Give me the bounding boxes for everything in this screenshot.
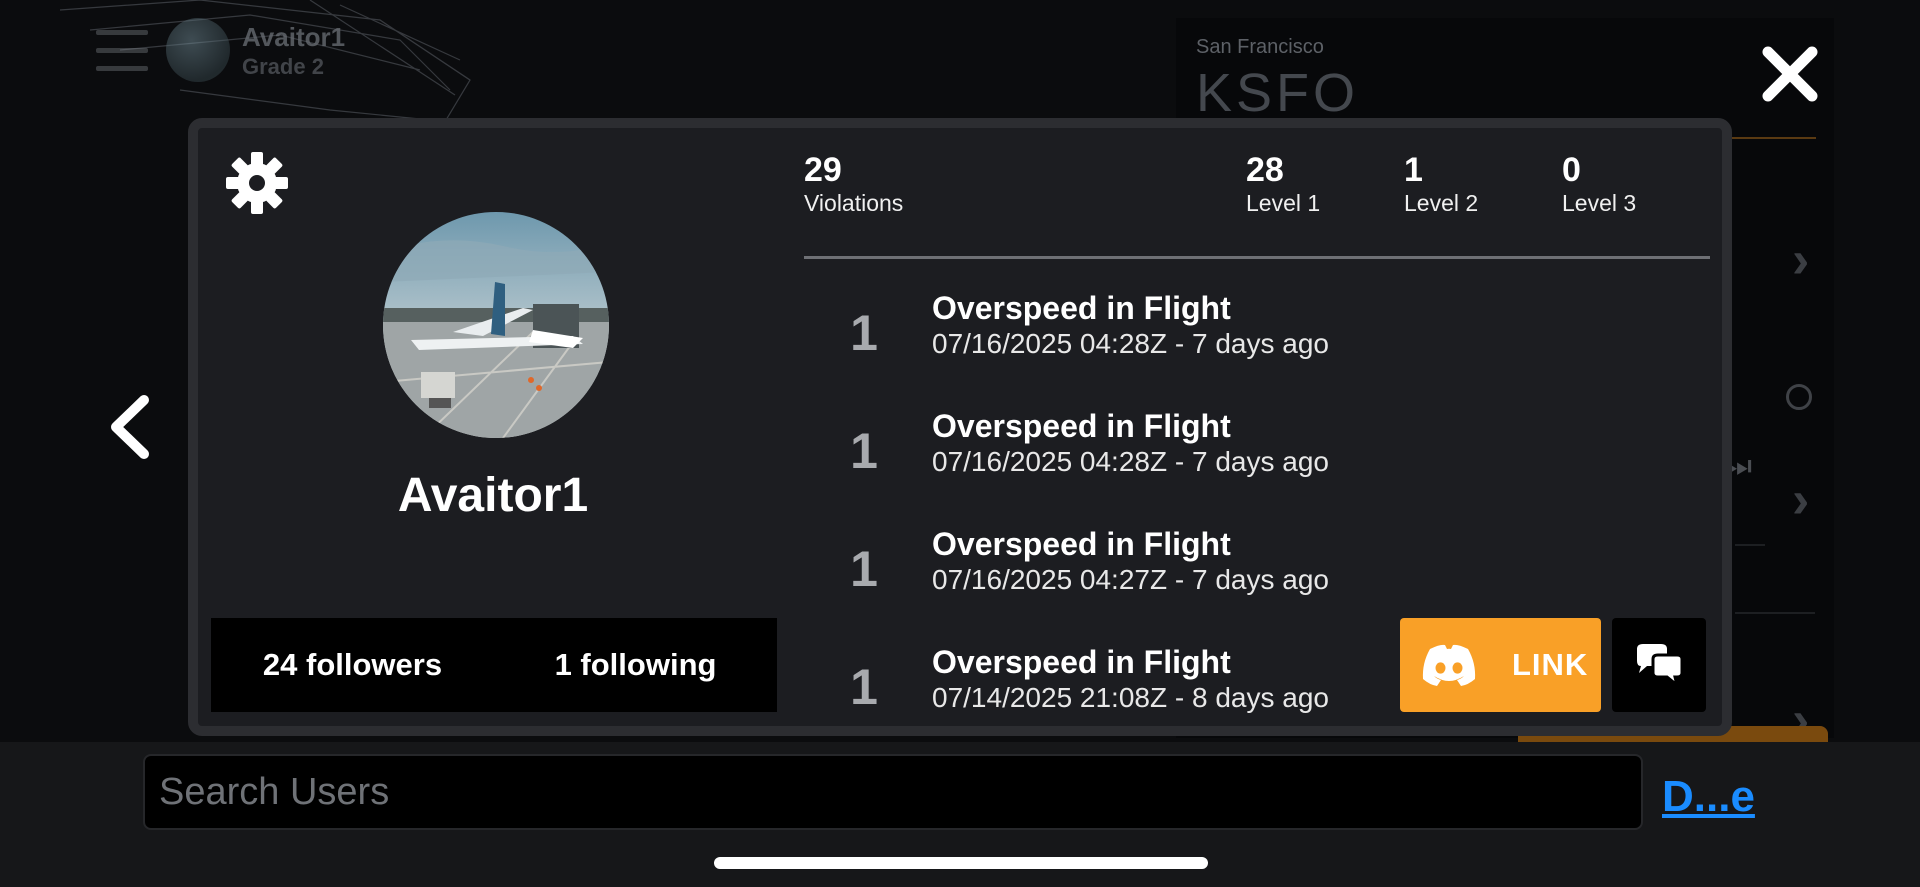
background-avatar [166, 18, 230, 82]
gear-icon[interactable] [225, 151, 289, 215]
background-user-name: Avaitor1 [242, 22, 346, 52]
stat-level1-label: Level 1 [1246, 190, 1321, 216]
violation-time: 07/16/2025 04:28Z - 7 days ago [932, 328, 1329, 359]
avatar [383, 212, 609, 438]
stat-violations-value: 29 [804, 151, 842, 189]
violation-time: 07/14/2025 21:08Z - 8 days ago [932, 682, 1329, 713]
background-airport-code: KSFO [1196, 63, 1360, 123]
link-button-label: LINK [1512, 647, 1589, 682]
background-divider [1735, 612, 1815, 614]
violation-time: 07/16/2025 04:28Z - 7 days ago [932, 446, 1329, 477]
stat-level3: 0 Level 3 [1562, 152, 1636, 218]
background-city: San Francisco [1196, 36, 1324, 58]
background-clock-icon [1786, 384, 1812, 410]
stat-level2-value: 1 [1404, 151, 1423, 189]
chevron-left-icon[interactable] [104, 394, 154, 460]
background-chevron-right-icon: › [1792, 231, 1810, 289]
violation-title: Overspeed in Flight [932, 526, 1231, 562]
background-chevron-right-icon: › [1792, 471, 1810, 529]
chat-bubbles-icon [1637, 644, 1684, 687]
violation-level: 1 [850, 305, 878, 361]
stat-violations-label: Violations [804, 190, 904, 216]
menu-icon [96, 30, 148, 74]
violation-level: 1 [850, 659, 878, 715]
user-profile-modal: Avaitor1 24 followers 1 following 29 Vio… [188, 118, 1732, 736]
violation-time: 07/16/2025 04:27Z - 7 days ago [932, 564, 1329, 595]
violation-title: Overspeed in Flight [932, 408, 1231, 444]
violation-level: 1 [850, 541, 878, 597]
following-button[interactable]: 1 following [494, 647, 777, 683]
follow-counts-bar: 24 followers 1 following [211, 618, 777, 712]
stat-level2-label: Level 2 [1404, 190, 1479, 216]
app-screen: Avaitor1 Grade 2 San Francisco KSFO › › … [0, 0, 1920, 887]
violation-title: Overspeed in Flight [932, 290, 1231, 326]
message-button[interactable] [1612, 618, 1706, 712]
close-icon[interactable] [1758, 42, 1822, 106]
profile-username: Avaitor1 [397, 469, 589, 522]
stat-level1: 28 Level 1 [1246, 152, 1320, 218]
stat-level3-label: Level 3 [1562, 190, 1637, 216]
violation-title: Overspeed in Flight [932, 644, 1231, 680]
done-button[interactable]: D...e [1662, 772, 1755, 822]
home-indicator[interactable] [714, 857, 1208, 869]
stat-level1-value: 28 [1246, 151, 1284, 189]
discord-icon [1422, 644, 1476, 686]
background-user-grade: Grade 2 [242, 54, 324, 79]
stat-level2: 1 Level 2 [1404, 152, 1478, 218]
stat-level3-value: 0 [1562, 151, 1581, 189]
stat-violations: 29 Violations [804, 152, 903, 218]
followers-button[interactable]: 24 followers [211, 647, 494, 683]
search-input[interactable] [143, 754, 1643, 830]
stats-divider [804, 256, 1710, 259]
violation-level: 1 [850, 423, 878, 479]
background-divider [1735, 544, 1765, 546]
discord-link-button[interactable]: LINK [1400, 618, 1601, 712]
